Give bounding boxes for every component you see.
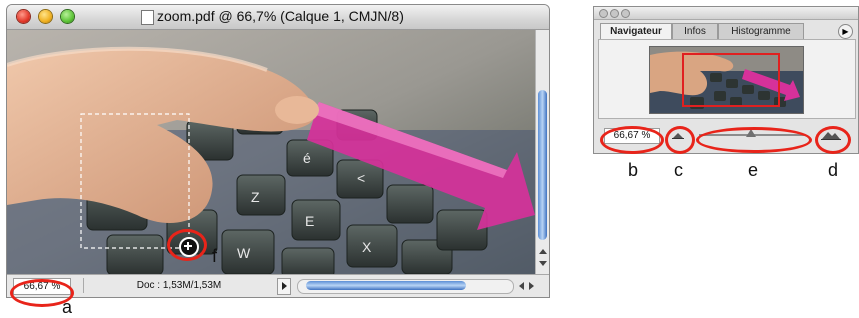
- svg-text:Z: Z: [251, 189, 260, 205]
- vertical-scrollbar[interactable]: [535, 30, 549, 274]
- view-proxy-rectangle[interactable]: [682, 53, 780, 107]
- tab-infos[interactable]: Infos: [672, 23, 718, 39]
- palette-titlebar[interactable]: [594, 7, 858, 20]
- tab-navigateur[interactable]: Navigateur: [600, 23, 672, 40]
- annotation-label-f: f: [212, 246, 218, 266]
- document-size-info: Doc : 1,53M/1,53M: [83, 278, 274, 293]
- document-title: zoom.pdf @ 66,7% (Calque 1, CMJN/8): [157, 8, 404, 24]
- svg-text:W: W: [237, 245, 251, 261]
- minimize-button[interactable]: [39, 10, 52, 23]
- triangle-right-icon: [282, 282, 287, 290]
- annotation-ring-d: [815, 126, 851, 154]
- document-titlebar[interactable]: zoom.pdf @ 66,7% (Calque 1, CMJN/8): [7, 5, 549, 30]
- svg-text:é: é: [303, 150, 311, 166]
- svg-text:<: <: [357, 170, 365, 186]
- status-menu-button[interactable]: [277, 278, 291, 295]
- annotation-label-c: c: [674, 160, 683, 180]
- keyboard-photo: E Z X W é <: [7, 30, 535, 274]
- document-window: zoom.pdf @ 66,7% (Calque 1, CMJN/8) E Z …: [6, 4, 550, 298]
- scroll-left-arrow-icon[interactable]: [519, 282, 524, 290]
- pdf-file-icon: [141, 10, 154, 25]
- palette-zoom-button[interactable]: [621, 9, 630, 18]
- annotation-ring-b: [600, 126, 664, 154]
- palette-close-button[interactable]: [599, 9, 608, 18]
- horizontal-scrollbar[interactable]: [297, 279, 514, 294]
- tab-histogramme[interactable]: Histogramme: [718, 23, 804, 39]
- scroll-right-arrow-icon[interactable]: [529, 282, 534, 290]
- annotation-ring-c: [665, 126, 695, 154]
- close-button[interactable]: [17, 10, 30, 23]
- annotation-label-d: d: [828, 160, 839, 180]
- svg-text:X: X: [362, 239, 372, 255]
- vertical-scroll-thumb[interactable]: [538, 90, 547, 240]
- navigator-preview-area: [598, 39, 856, 119]
- image-canvas[interactable]: E Z X W é <: [7, 30, 535, 274]
- annotation-ring-e: [696, 127, 812, 153]
- annotation-ring-f: [167, 229, 207, 261]
- annotation-label-e: e: [748, 160, 759, 180]
- svg-text:E: E: [305, 213, 314, 229]
- zoom-window-button[interactable]: [61, 10, 74, 23]
- annotation-label-a: a: [62, 297, 73, 317]
- horizontal-scroll-thumb[interactable]: [306, 281, 466, 290]
- palette-menu-arrow-icon[interactable]: ▶: [838, 24, 853, 39]
- navigator-thumbnail[interactable]: [649, 46, 804, 114]
- scroll-up-arrow-icon[interactable]: [539, 249, 547, 254]
- scroll-down-arrow-icon[interactable]: [539, 261, 547, 266]
- palette-minimize-button[interactable]: [610, 9, 619, 18]
- document-status-bar: 66,67 % Doc : 1,53M/1,53M: [7, 274, 549, 297]
- annotation-label-b: b: [628, 160, 639, 180]
